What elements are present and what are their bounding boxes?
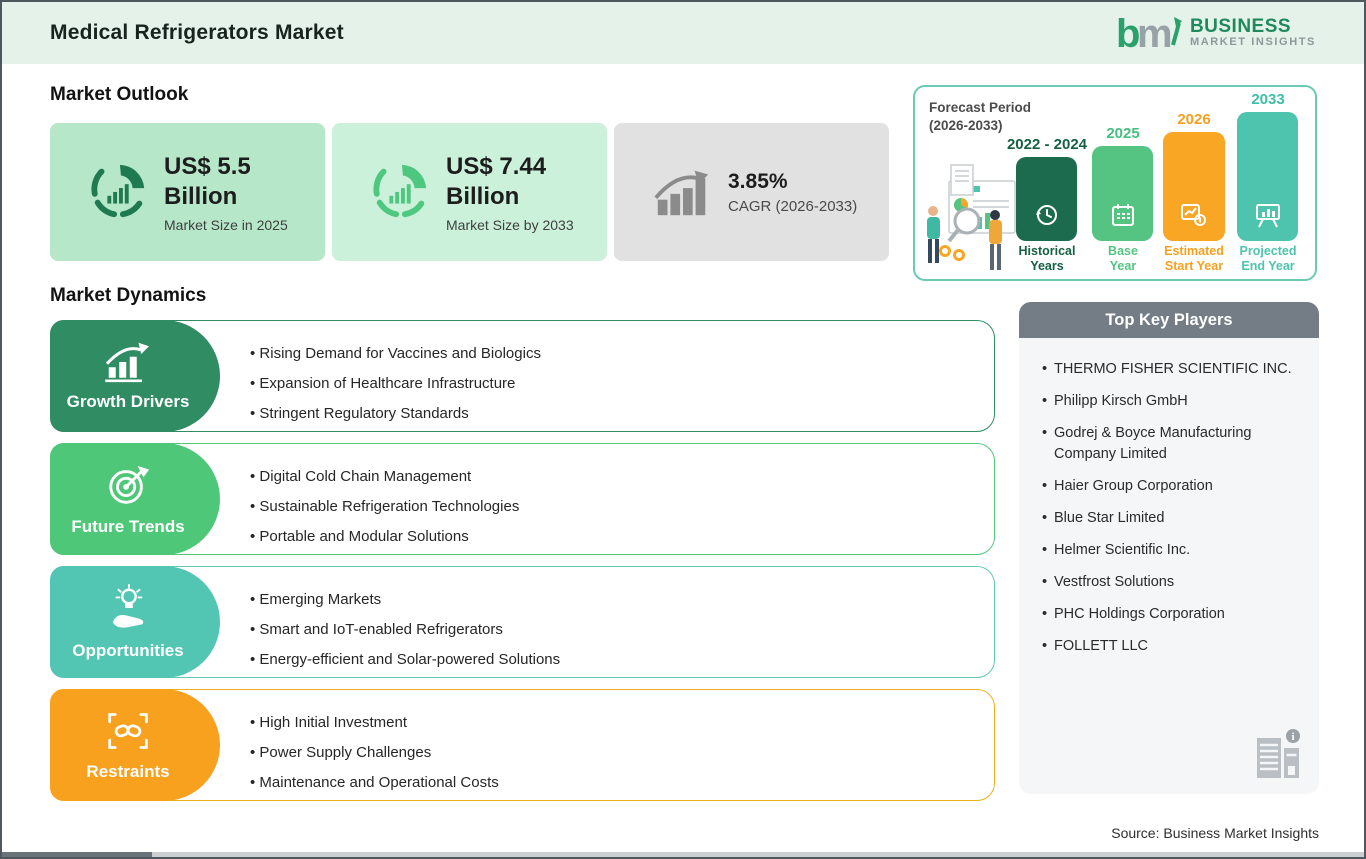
- projected-end-year-label: Projected End Year: [1239, 244, 1297, 273]
- bullet-item: Portable and Modular Solutions: [250, 522, 519, 552]
- opportunities-title: Opportunities: [72, 640, 184, 660]
- key-player-item: FOLLETT LLC: [1042, 636, 1305, 657]
- market-size-value: US$ 7.44 Billion: [446, 152, 547, 210]
- restraints-bullets: High Initial Investment Power Supply Cha…: [250, 708, 499, 798]
- projection-board-icon: [1255, 204, 1280, 228]
- header-bar: Medical Refrigerators Market b m BUSINES…: [2, 2, 1364, 64]
- svg-text:i: i: [1291, 731, 1294, 743]
- bullet-item: Stringent Regulatory Standards: [250, 399, 541, 429]
- market-size-value: US$ 5.5 Billion: [164, 152, 251, 210]
- key-player-item: PHC Holdings Corporation: [1042, 604, 1305, 625]
- opportunities-bullets: Emerging Markets Smart and IoT-enabled R…: [250, 585, 560, 675]
- target-icon: [109, 465, 150, 504]
- chain-icon: [108, 712, 148, 749]
- key-player-item: Vestfrost Solutions: [1042, 572, 1305, 593]
- growth-chart-icon: [654, 170, 709, 215]
- restraints-row: Restraints High Initial Investment Power…: [50, 689, 995, 801]
- analysts-illustration: [927, 164, 1016, 270]
- key-player-item: Helmer Scientific Inc.: [1042, 540, 1305, 561]
- forecast-period-title: Forecast Period (2026-2033): [929, 100, 1032, 134]
- top-key-players-heading: Top Key Players: [1019, 302, 1319, 338]
- cagr-label: CAGR (2026-2033): [728, 198, 858, 216]
- stat-cards: US$ 5.5 Billion Market Size in 2025 US$ …: [50, 123, 889, 261]
- calendar-icon: [1111, 204, 1134, 226]
- company-logo: b m BUSINESS MARKET INSIGHTS: [1116, 11, 1316, 55]
- opportunities-row: Opportunities Emerging Markets Smart and…: [50, 566, 995, 678]
- donut-chart-icon: [91, 164, 145, 217]
- infographic-page: Medical Refrigerators Market b m BUSINES…: [0, 0, 1366, 859]
- growth-bars-icon: [105, 342, 149, 382]
- cagr-value: 3.85%: [728, 169, 788, 193]
- building-icon: i: [1257, 729, 1300, 778]
- estimate-gauge-icon: [1181, 204, 1206, 226]
- bullet-item: High Initial Investment: [250, 708, 499, 738]
- restraints-title: Restraints: [86, 761, 170, 781]
- bullet-item: Energy-efficient and Solar-powered Solut…: [250, 645, 560, 675]
- restraints-badge: Restraints: [50, 689, 220, 801]
- forecast-period-panel: Forecast Period (2026-2033) 2022 - 2024 …: [913, 85, 1317, 281]
- cagr-card: 3.85% CAGR (2026-2033): [614, 123, 889, 261]
- bullet-item: Expansion of Healthcare Infrastructure: [250, 369, 541, 399]
- historical-years-bar: [1016, 157, 1077, 241]
- future-trends-badge: Future Trends: [50, 443, 220, 555]
- bullet-item: Power Supply Challenges: [250, 738, 499, 768]
- horizontal-scrollbar-thumb[interactable]: [2, 852, 152, 857]
- logo-market-insights-text: MARKET INSIGHTS: [1189, 36, 1316, 49]
- market-outlook-heading: Market Outlook: [50, 84, 189, 105]
- future-trends-bullets: Digital Cold Chain Management Sustainabl…: [250, 462, 519, 552]
- history-clock-icon: [1035, 205, 1057, 225]
- bullet-item: Maintenance and Operational Costs: [250, 768, 498, 798]
- future-trends-row: Future Trends Digital Cold Chain Managem…: [50, 443, 995, 555]
- market-dynamics-heading: Market Dynamics: [50, 285, 207, 306]
- horizontal-scrollbar-track[interactable]: [2, 852, 1364, 857]
- future-trends-title: Future Trends: [71, 516, 185, 536]
- projected-end-year-bar: [1237, 112, 1298, 241]
- bullet-item: Smart and IoT-enabled Refrigerators: [250, 615, 560, 645]
- key-player-item: Blue Star Limited: [1042, 508, 1305, 529]
- growth-drivers-row: Growth Drivers Rising Demand for Vaccine…: [50, 320, 995, 432]
- market-size-label: Market Size by 2033: [446, 216, 574, 233]
- top-key-players-body: THERMO FISHER SCIENTIFIC INC. Philipp Ki…: [1019, 338, 1319, 794]
- key-player-item: Philipp Kirsch GmbH: [1042, 391, 1305, 412]
- opportunities-badge: Opportunities: [50, 566, 220, 678]
- base-year-bar: [1092, 146, 1153, 241]
- market-size-label: Market Size in 2025: [164, 216, 288, 233]
- growth-drivers-title: Growth Drivers: [66, 391, 190, 411]
- projected-end-year: 2033: [1251, 91, 1285, 108]
- donut-chart-icon: [373, 164, 427, 217]
- bullet-item: Digital Cold Chain Management: [250, 462, 519, 492]
- growth-drivers-badge: Growth Drivers: [50, 320, 220, 432]
- logo-business-text: BUSINESS: [1189, 16, 1292, 38]
- market-size-2033-card: US$ 7.44 Billion Market Size by 2033: [332, 123, 607, 261]
- top-key-players-panel: Top Key Players THERMO FISHER SCIENTIFIC…: [1019, 302, 1319, 794]
- key-player-item: Haier Group Corporation: [1042, 476, 1305, 497]
- market-size-2025-card: US$ 5.5 Billion Market Size in 2025: [50, 123, 325, 261]
- svg-text:m: m: [1137, 12, 1173, 55]
- bmi-logo-icon: b m: [1116, 12, 1182, 55]
- estimated-start-year-bar: [1163, 132, 1225, 241]
- growth-drivers-bullets: Rising Demand for Vaccines and Biologics…: [250, 339, 541, 429]
- source-attribution: Source: Business Market Insights: [1111, 825, 1319, 841]
- bullet-item: Sustainable Refrigeration Technologies: [250, 492, 519, 522]
- page-title: Medical Refrigerators Market: [50, 21, 344, 44]
- key-players-list: THERMO FISHER SCIENTIFIC INC. Philipp Ki…: [1042, 359, 1305, 657]
- key-player-item: Godrej & Boyce Manufacturing Company Lim…: [1042, 423, 1305, 465]
- bullet-item: Rising Demand for Vaccines and Biologics: [250, 339, 541, 369]
- bulb-hand-icon: [112, 583, 144, 628]
- key-player-item: THERMO FISHER SCIENTIFIC INC.: [1042, 359, 1305, 380]
- bullet-item: Emerging Markets: [250, 585, 560, 615]
